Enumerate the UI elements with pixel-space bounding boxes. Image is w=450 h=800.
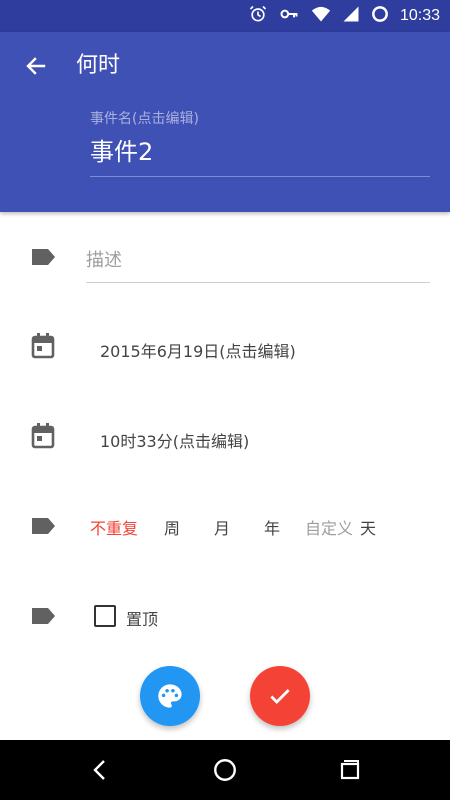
key-icon — [278, 4, 300, 28]
calendar-icon — [29, 332, 57, 360]
status-bar: 10:33 — [0, 0, 450, 32]
confirm-button[interactable] — [250, 666, 310, 726]
color-palette-button[interactable] — [140, 666, 200, 726]
arrow-back-icon — [26, 57, 46, 75]
repeat-option-none[interactable]: 不重复 — [90, 515, 138, 539]
status-icons: 10:33 — [248, 0, 440, 32]
nav-back-button[interactable] — [80, 750, 120, 790]
pin-label: 置顶 — [126, 610, 159, 629]
palette-icon — [158, 684, 182, 708]
event-name-underline — [90, 176, 430, 177]
repeat-unit-day[interactable]: 天 — [360, 515, 376, 539]
app-bar: 何时 事件名(点击编辑) 事件2 — [0, 32, 450, 212]
description-underline — [86, 282, 430, 283]
recents-square-icon — [340, 760, 360, 780]
back-triangle-icon — [93, 760, 105, 780]
check-icon — [270, 689, 290, 704]
repeat-option-custom[interactable]: 自定义 — [305, 515, 353, 539]
description-input[interactable] — [86, 240, 430, 280]
signal-icon — [342, 4, 360, 28]
event-name-field[interactable]: 事件2 — [90, 132, 153, 167]
navigation-bar — [0, 740, 450, 800]
battery-icon — [370, 4, 390, 28]
date-field[interactable]: 2015年6月19日(点击编辑) — [100, 338, 296, 362]
status-time: 10:33 — [399, 7, 440, 24]
alarm-icon — [248, 4, 268, 28]
label-icon — [29, 512, 57, 540]
back-button[interactable] — [16, 50, 56, 82]
wifi-icon — [310, 4, 332, 28]
repeat-option-year[interactable]: 年 — [264, 515, 280, 539]
repeat-option-month[interactable]: 月 — [214, 515, 230, 539]
nav-recents-button[interactable] — [330, 750, 370, 790]
pin-checkbox[interactable] — [94, 605, 116, 627]
page-title: 何时 — [76, 53, 121, 78]
calendar-icon — [29, 422, 57, 450]
label-icon — [29, 602, 57, 630]
event-name-label: 事件名(点击编辑) — [90, 111, 199, 127]
repeat-option-week[interactable]: 周 — [164, 515, 180, 539]
home-circle-icon — [214, 759, 236, 781]
time-field[interactable]: 10时33分(点击编辑) — [100, 428, 249, 452]
nav-home-button[interactable] — [205, 750, 245, 790]
label-icon — [29, 243, 57, 271]
